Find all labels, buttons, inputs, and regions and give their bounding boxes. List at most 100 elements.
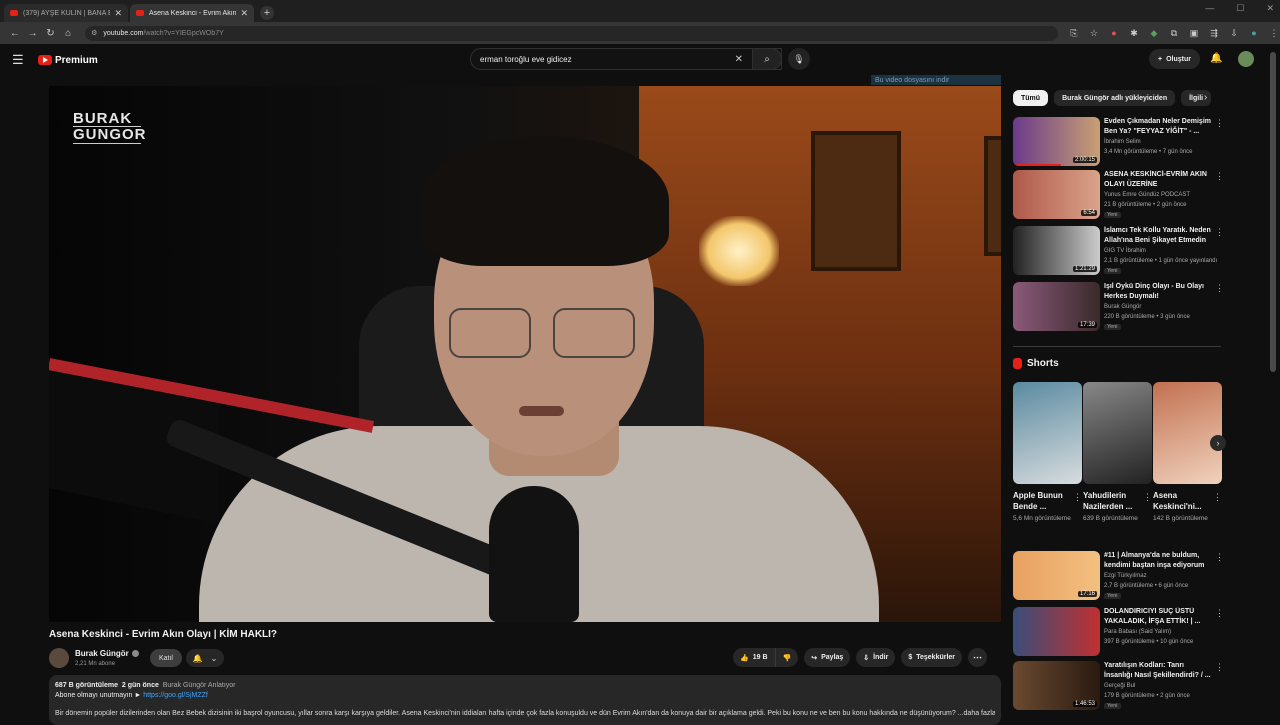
more-options-icon[interactable]: ⋮ (1143, 492, 1152, 503)
related-video-title[interactable]: #11 | Almanya'da ne buldum, kendimi başt… (1104, 551, 1211, 571)
reload-icon[interactable]: ↻ (42, 28, 60, 39)
like-button[interactable]: 👍 19 B (733, 648, 776, 667)
channel-avatar[interactable] (49, 648, 69, 668)
more-options-icon[interactable]: ⋮ (1215, 283, 1224, 294)
download-video-notice[interactable]: Bu video dosyasını indir (871, 75, 1001, 85)
back-icon[interactable]: ← (6, 28, 24, 39)
video-thumbnail[interactable] (1013, 607, 1100, 656)
create-button[interactable]: + Oluştur (1149, 49, 1200, 69)
bookmark-star-icon[interactable]: ☆ (1088, 28, 1100, 39)
shorts-next-button[interactable]: › (1210, 435, 1226, 451)
share-button[interactable]: ↪ Paylaş (804, 648, 851, 667)
cast-icon[interactable]: ⇶ (1208, 28, 1220, 39)
thanks-button[interactable]: $ Teşekkürler (901, 648, 963, 667)
video-thumbnail[interactable]: 6:54 (1013, 170, 1100, 219)
chip-from-uploader[interactable]: Burak Güngör adlı yükleyiciden (1054, 90, 1176, 106)
site-info-icon[interactable]: ⚙ (91, 29, 97, 37)
chip-all[interactable]: Tümü (1013, 90, 1049, 106)
hamburger-menu-icon[interactable]: ☰ (12, 52, 26, 68)
page-scrollbar[interactable] (1270, 52, 1276, 372)
browser-tab[interactable]: (379) AYŞE KULİN | BANA BAŞK ✕ (4, 4, 128, 22)
create-label: Oluştur (1166, 55, 1191, 63)
related-video-item[interactable]: 17:39 Işıl Öykü Dinç Olayı - Bu Olayı Her… (1013, 282, 1224, 334)
short-item[interactable]: Asena Keskinci'ni... 142 B görüntüleme ⋮ (1153, 382, 1222, 524)
extension-icon[interactable]: ● (1108, 28, 1120, 39)
close-window-icon[interactable]: ✕ (1266, 3, 1274, 14)
short-title[interactable]: Apple Bunun Bende ... (1013, 490, 1071, 512)
forward-icon[interactable]: → (24, 28, 42, 39)
short-title[interactable]: Asena Keskinci'ni... (1153, 490, 1211, 512)
download-button[interactable]: ⇩ İndir (856, 648, 896, 667)
new-tab-button[interactable]: + (260, 6, 274, 20)
more-options-icon[interactable]: ⋮ (1073, 492, 1082, 503)
more-actions-button[interactable]: ⋯ (968, 648, 988, 667)
related-video-item[interactable]: 1:46:53 Yaratılışın Kodları: Tanrı İnsanl… (1013, 661, 1224, 713)
more-options-icon[interactable]: ⋮ (1215, 662, 1224, 673)
clear-search-icon[interactable]: ✕ (735, 54, 743, 65)
search-button[interactable]: ⌕ (752, 48, 782, 70)
description-tag[interactable]: Burak Güngör Anlatıyor (163, 682, 236, 689)
related-video-item[interactable]: 17:16 #11 | Almanya'da ne buldum, kendimi… (1013, 551, 1224, 603)
short-thumbnail[interactable] (1083, 382, 1152, 484)
split-view-icon[interactable]: ▣ (1188, 28, 1200, 39)
channel-name-link[interactable]: Burak Güngör (75, 649, 139, 658)
minimize-icon[interactable]: — (1205, 3, 1214, 14)
short-item[interactable]: Apple Bunun Bende ... 5,6 Mn görüntüleme ⋮ (1013, 382, 1082, 524)
related-video-item[interactable]: DOLANDIRICIYI SUÇ ÜSTÜ YAKALADIK, İFŞA E… (1013, 607, 1224, 659)
address-bar[interactable]: ⚙ youtube.com/watch?v=YIEGpcWOb7Y (85, 25, 1059, 41)
dislike-button[interactable]: 👎 (775, 648, 799, 667)
browser-menu-icon[interactable]: ⋮ (1268, 28, 1280, 39)
video-thumbnail[interactable]: 17:39 (1013, 282, 1100, 331)
related-video-item[interactable]: 2:00:15 Evden Çıkmadan Neler Demişim Ben … (1013, 117, 1224, 169)
youtube-premium-logo[interactable]: Premium (38, 55, 98, 66)
close-tab-icon[interactable]: ✕ (240, 8, 248, 19)
more-options-icon[interactable]: ⋮ (1213, 492, 1222, 503)
download-icon[interactable]: ⇩ (1228, 28, 1240, 39)
video-duration: 17:16 (1077, 591, 1097, 597)
join-button[interactable]: Katıl (150, 649, 182, 667)
account-avatar[interactable] (1238, 51, 1254, 67)
short-thumbnail[interactable] (1013, 382, 1082, 484)
video-player[interactable]: BURAK GUNGOR (49, 86, 1001, 622)
search-input[interactable]: erman toroğlu eve gidicez ✕ (470, 48, 782, 70)
more-options-icon[interactable]: ⋮ (1215, 227, 1224, 238)
related-video-meta: 220 B görüntüleme • 3 gün önce (1104, 314, 1190, 320)
short-item[interactable]: Yahudilerin Nazilerden ... 639 B görüntül… (1083, 382, 1152, 524)
subscribe-reminder: Abone olmayı unutmayın ► (55, 692, 142, 699)
more-options-icon[interactable]: ⋮ (1215, 552, 1224, 563)
video-thumbnail[interactable]: 17:16 (1013, 551, 1100, 600)
close-tab-icon[interactable]: ✕ (114, 8, 122, 19)
extensions-puzzle-icon[interactable]: ⧉ (1168, 28, 1180, 39)
extension-icon[interactable]: ◆ (1148, 28, 1160, 39)
description-box[interactable]: 687 B görüntüleme 2 gün önce Burak Güngö… (49, 675, 1001, 725)
short-title[interactable]: Yahudilerin Nazilerden ... (1083, 490, 1141, 512)
voice-search-button[interactable]: 🎙 (788, 48, 810, 70)
video-thumbnail[interactable]: 1:46:53 (1013, 661, 1100, 710)
related-video-title[interactable]: Işıl Öykü Dinç Olayı - Bu Olayı Herkes D… (1104, 282, 1211, 302)
related-video-title[interactable]: ASENA KESKİNCİ-EVRİM AKIN OLAYI ÜZERİNE (1104, 170, 1211, 190)
chevron-right-icon[interactable]: › (1204, 92, 1207, 103)
related-video-item[interactable]: 1:21:29 İslamcı Tek Kollu Yaratık. Neden … (1013, 226, 1224, 278)
related-video-item[interactable]: 6:54 ASENA KESKİNCİ-EVRİM AKIN OLAYI ÜZER… (1013, 170, 1224, 222)
notifications-bell-icon[interactable]: 🔔 (1210, 53, 1222, 64)
share-label: Paylaş (821, 654, 844, 661)
description-link[interactable]: https://goo.gl/SjMZZf (143, 692, 208, 699)
related-video-title[interactable]: Yaratılışın Kodları: Tanrı İnsanlığı Nas… (1104, 661, 1211, 681)
maximize-icon[interactable]: ☐ (1236, 3, 1244, 14)
subscription-bell-button[interactable]: 🔔 ⌄ (186, 649, 224, 667)
related-video-title[interactable]: Evden Çıkmadan Neler Demişim Ben Ya? "FE… (1104, 117, 1211, 137)
extension-icon[interactable]: ✱ (1128, 28, 1140, 39)
related-video-title[interactable]: DOLANDIRICIYI SUÇ ÜSTÜ YAKALADIK, İFŞA E… (1104, 607, 1211, 627)
install-icon[interactable]: ⎘ (1068, 28, 1080, 39)
video-thumbnail[interactable]: 1:21:29 (1013, 226, 1100, 275)
video-thumbnail[interactable]: 2:00:15 (1013, 117, 1100, 166)
profile-icon[interactable]: ● (1248, 28, 1260, 39)
home-icon[interactable]: ⌂ (59, 28, 77, 39)
short-thumbnail[interactable] (1153, 382, 1222, 484)
more-options-icon[interactable]: ⋮ (1215, 171, 1224, 182)
more-options-icon[interactable]: ⋮ (1215, 608, 1224, 619)
related-video-title[interactable]: İslamcı Tek Kollu Yaratık. Neden Allah'ı… (1104, 226, 1211, 246)
more-options-icon[interactable]: ⋮ (1215, 118, 1224, 129)
plus-icon: + (1158, 55, 1163, 63)
browser-tab-active[interactable]: Asena Keskinci - Evrim Akın Ola ✕ (130, 4, 254, 22)
